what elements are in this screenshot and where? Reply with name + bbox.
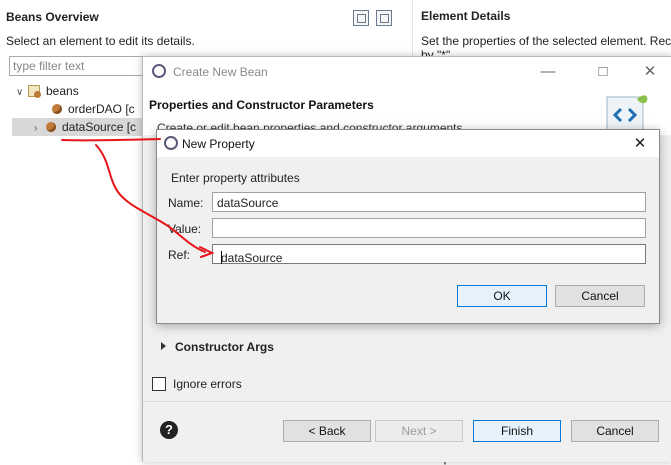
tree-item-label: orderDAO [c [68,102,135,116]
back-button[interactable]: < Back [283,420,371,442]
cancel-button[interactable]: Cancel [571,420,659,442]
tree-item-beans[interactable]: ∨ beans [16,82,146,100]
ref-value: dataSource [221,251,283,265]
beans-folder-icon [28,85,41,98]
name-value: dataSource [217,196,279,210]
tree-item-orderdao[interactable]: orderDAO [c [52,100,146,118]
maximize-icon[interactable]: □ [592,61,614,83]
tree-item-datasource[interactable]: › dataSource [c [12,118,146,136]
new-property-dialog: New Property ✕ Enter property attributes… [156,129,660,324]
bean-icon [46,122,56,132]
wizard-title: Create New Bean [173,65,268,79]
eclipse-app-icon [164,136,178,150]
beans-overview-title: Beans Overview [6,10,99,24]
ok-button[interactable]: OK [457,285,547,307]
chevron-down-icon[interactable]: ∨ [16,84,28,102]
dialog-description: Enter property attributes [171,171,300,185]
ref-field[interactable]: dataSource [212,244,646,265]
value-field[interactable] [212,218,646,238]
ref-label: Ref: [168,248,191,262]
filter-input[interactable]: type filter text [9,56,151,76]
wizard-page-title: Properties and Constructor Parameters [149,98,374,112]
bean-icon [52,104,62,114]
expand-all-icon[interactable] [376,10,392,26]
bean-wizard-banner-icon [606,95,648,132]
expand-arrow-icon[interactable] [161,342,166,350]
chevron-right-icon[interactable]: › [34,120,46,138]
element-details-title: Element Details [421,9,511,23]
close-icon[interactable]: ✕ [629,133,651,155]
dialog-title: New Property [182,137,255,151]
tree-item-label: beans [46,84,79,98]
ignore-errors-label: Ignore errors [173,377,242,391]
beans-overview-subtitle: Select an element to edit its details. [6,34,195,48]
filter-placeholder: type filter text [13,59,85,73]
collapse-all-icon[interactable] [353,10,369,26]
next-button[interactable]: Next > [375,420,463,442]
minimize-icon[interactable]: — [537,61,559,83]
tree-item-label: dataSource [c [62,120,137,134]
finish-button[interactable]: Finish [473,420,561,442]
name-field[interactable]: dataSource [212,192,646,212]
dialog-cancel-button[interactable]: Cancel [555,285,645,307]
ignore-errors-checkbox[interactable] [152,377,166,391]
close-icon[interactable]: ✕ [639,61,661,83]
eclipse-app-icon [152,64,166,78]
constructor-args-section[interactable]: Constructor Args [175,340,274,354]
name-label: Name: [168,196,204,210]
element-details-subtitle: Set the properties of the selected eleme… [421,34,671,48]
value-label: Value: [168,222,202,236]
help-icon[interactable]: ? [160,421,178,439]
text-caret [221,251,222,264]
